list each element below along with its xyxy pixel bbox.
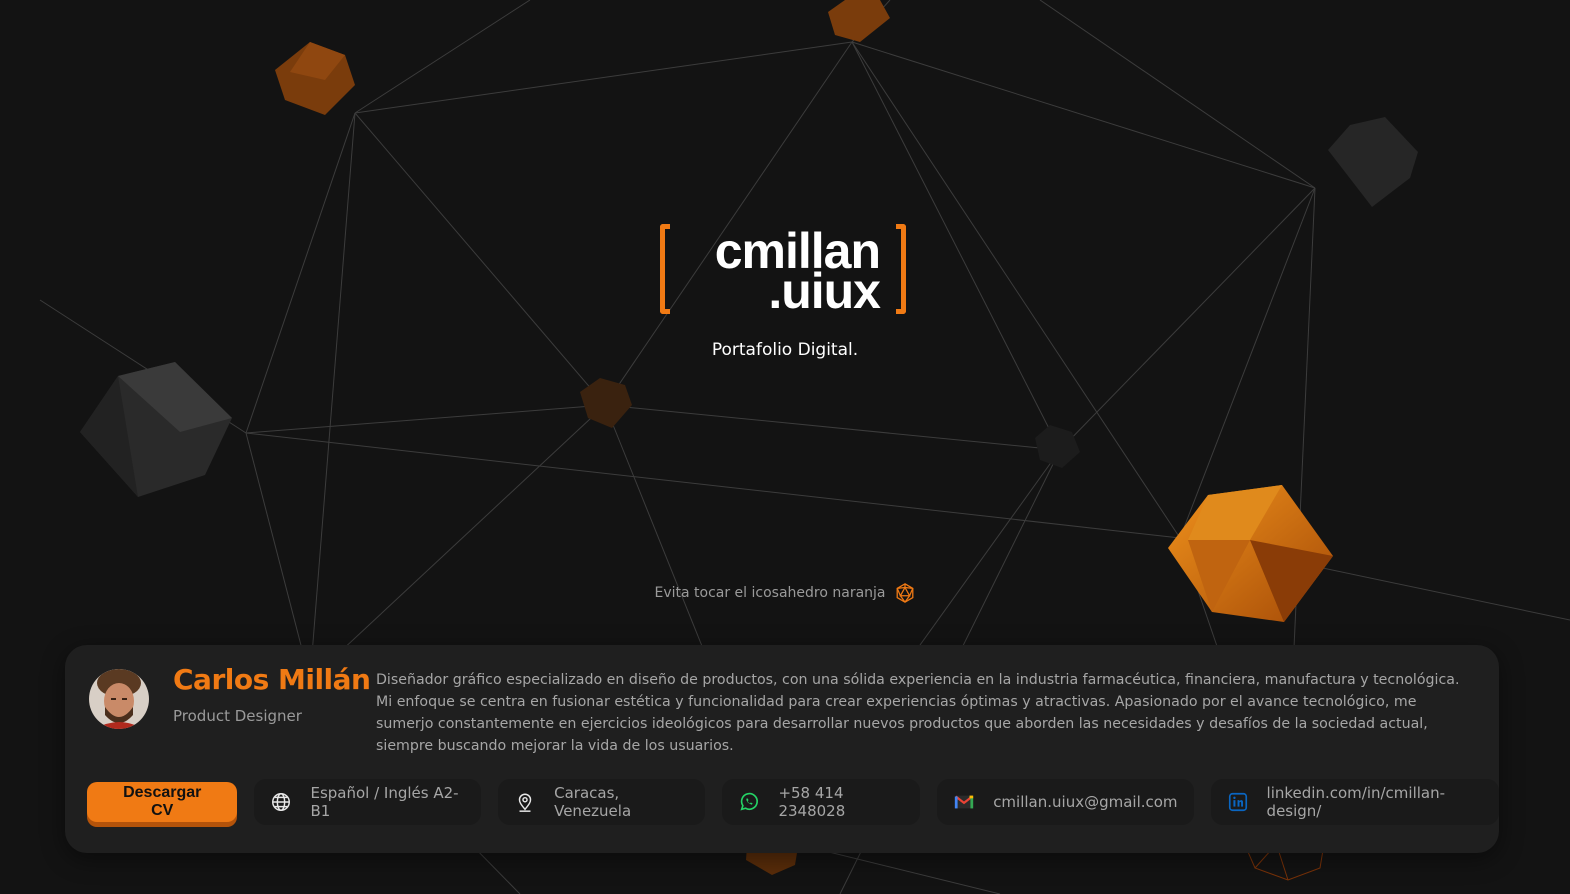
- hero-section: cmillan .uiux Portafolio Digital. Evita …: [0, 0, 1570, 640]
- location-text: Caracas, Venezuela: [554, 784, 632, 820]
- profile-bio: Diseñador gráfico especializado en diseñ…: [376, 672, 1460, 754]
- avatar: [89, 669, 149, 729]
- logo-line-2: .uiux: [768, 263, 881, 319]
- hint-text: Evita tocar el icosahedro naranja: [654, 585, 886, 601]
- actions-row: Descargar CV Español / Inglés A2-B1 Cara…: [87, 779, 1499, 825]
- email-text: cmillan.uiux@gmail.com: [993, 793, 1178, 811]
- whatsapp-pill[interactable]: +58 414 2348028: [722, 779, 921, 825]
- profile-name: Carlos Millán: [173, 663, 371, 696]
- logo-bracket-left: [660, 224, 670, 314]
- language-pill: Español / Inglés A2-B1: [254, 779, 482, 825]
- icosahedron-icon: [896, 583, 913, 603]
- linkedin-icon: [1227, 791, 1249, 813]
- globe-icon: [270, 791, 292, 813]
- profile-role: Product Designer: [173, 707, 302, 725]
- language-text: Español / Inglés A2-B1: [310, 784, 459, 820]
- whatsapp-text: +58 414 2348028: [778, 784, 846, 820]
- gmail-icon: [953, 791, 975, 813]
- email-pill[interactable]: cmillan.uiux@gmail.com: [937, 779, 1194, 825]
- logo: cmillan .uiux: [658, 220, 908, 320]
- whatsapp-icon: [738, 791, 760, 813]
- download-cv-button[interactable]: Descargar CV: [87, 782, 238, 822]
- interaction-hint: Evita tocar el icosahedro naranja: [0, 582, 1570, 604]
- location-pin-icon: [514, 791, 536, 813]
- location-pill: Caracas, Venezuela: [498, 779, 706, 825]
- linkedin-pill[interactable]: linkedin.com/in/cmillan-design/: [1210, 779, 1499, 825]
- profile-card: Carlos Millán Product Designer Diseñador…: [65, 645, 1499, 853]
- linkedin-text: linkedin.com/in/cmillan-design/: [1266, 784, 1446, 820]
- tagline: Portafolio Digital.: [711, 340, 859, 360]
- logo-bracket-right: [896, 224, 906, 314]
